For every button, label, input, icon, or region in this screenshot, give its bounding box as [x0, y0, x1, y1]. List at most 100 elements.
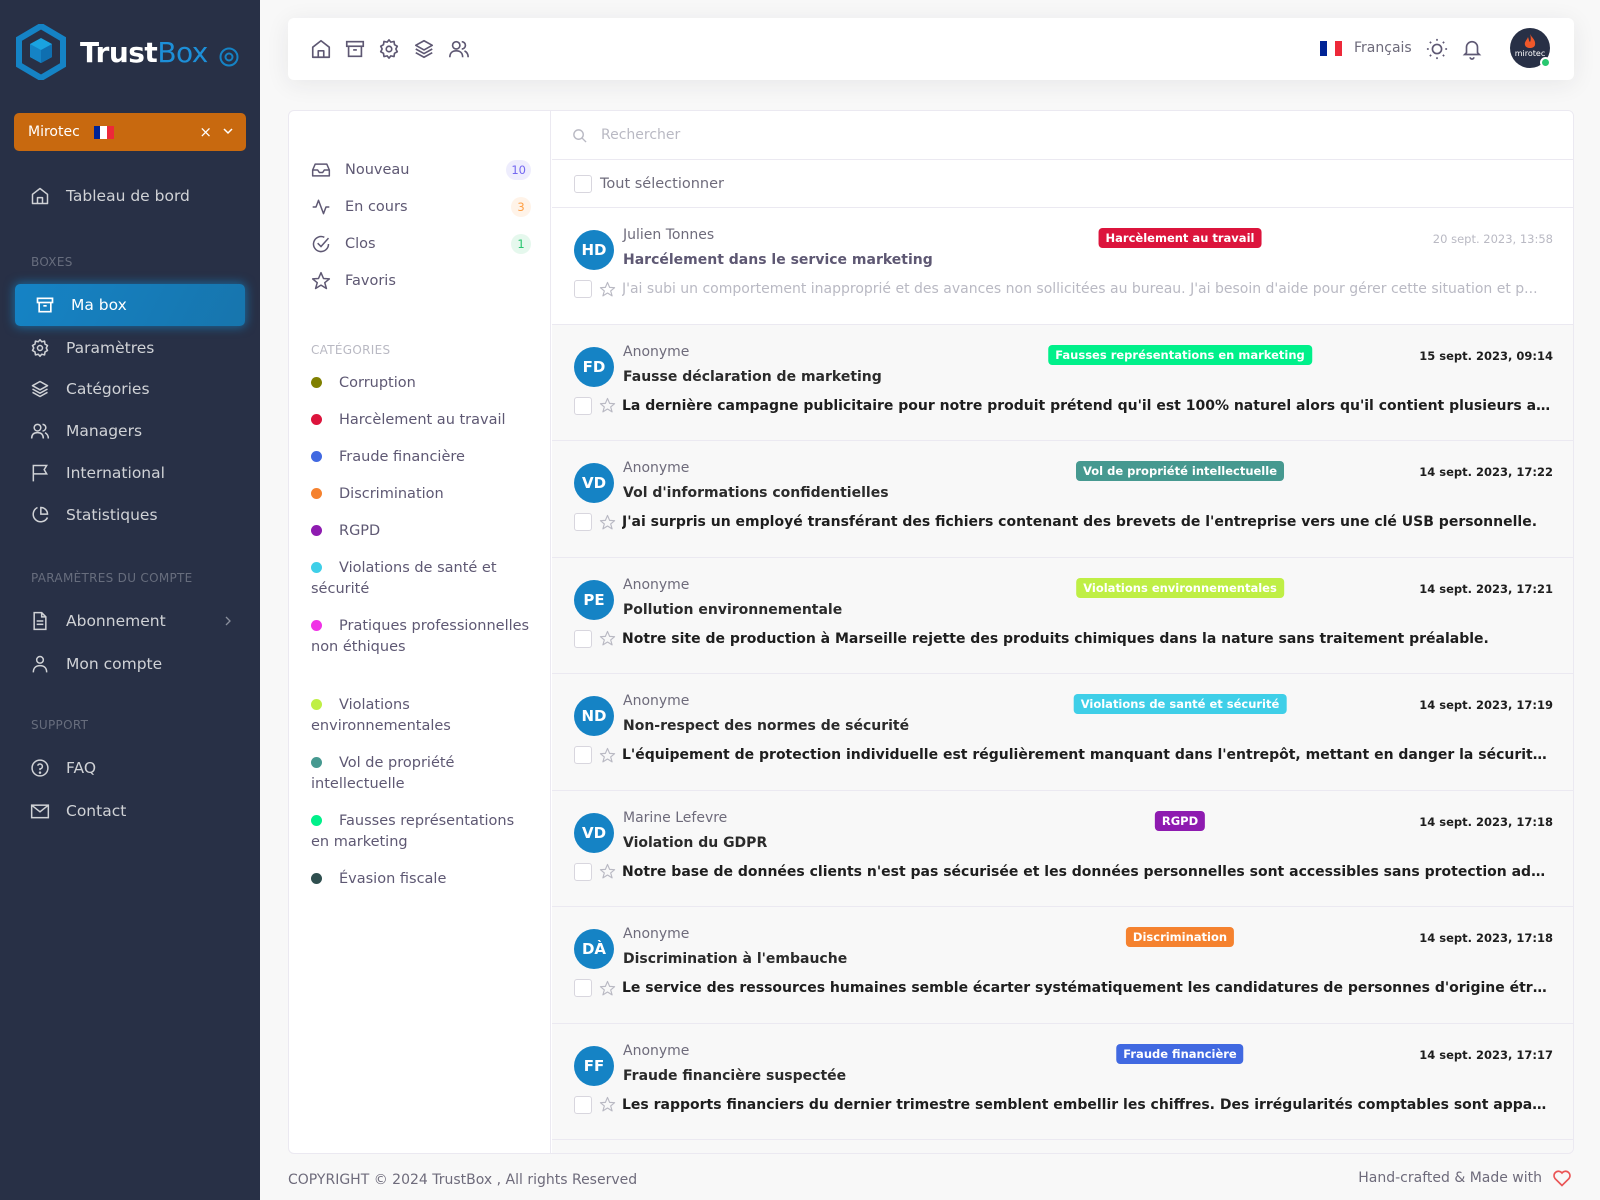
category-item[interactable]: Pratiques professionnelles non éthiques [311, 616, 531, 658]
category-item[interactable]: Évasion fiscale [311, 869, 531, 890]
filter-label: Nouveau [345, 162, 410, 178]
filter-clos[interactable]: Clos 1 [311, 229, 531, 259]
message-date: 14 sept. 2023, 17:21 [1419, 581, 1553, 596]
filter-en-cours[interactable]: En cours 3 [311, 192, 531, 222]
language-selector[interactable]: Français [1320, 40, 1412, 56]
category-dot-icon [311, 525, 322, 536]
message-item[interactable]: FF Anonyme Fraude financière suspectée F… [552, 1023, 1573, 1140]
sun-icon[interactable] [1426, 38, 1448, 60]
message-preview: J'ai surpris un employé transférant des … [622, 514, 1538, 530]
category-item[interactable]: Harcèlement au travail [311, 410, 531, 431]
star-icon[interactable] [599, 281, 616, 298]
user-avatar[interactable]: mirotec [1510, 28, 1551, 68]
users-icon[interactable] [448, 38, 470, 60]
message-item[interactable]: PE Anonyme Pollution environnementale Vi… [552, 557, 1573, 674]
sidebar-toggle-icon[interactable] [218, 46, 240, 68]
filter-favoris[interactable]: Favoris [311, 266, 531, 296]
star-icon[interactable] [599, 863, 616, 880]
category-item[interactable]: Discrimination [311, 484, 531, 505]
bell-icon[interactable] [1461, 38, 1483, 60]
message-checkbox[interactable] [574, 396, 592, 415]
message-preview: J'ai subi un comportement inapproprié et… [622, 281, 1538, 297]
sidebar-item-managers[interactable]: Managers [15, 410, 245, 452]
category-dot-icon [311, 699, 322, 710]
message-subject: Discrimination à l'embauche [623, 951, 848, 967]
message-checkbox[interactable] [574, 629, 592, 648]
message-date: 15 sept. 2023, 09:14 [1419, 348, 1553, 363]
copyright: COPYRIGHT © 2024 TrustBox , All rights R… [288, 1172, 638, 1188]
star-icon[interactable] [599, 980, 616, 997]
sidebar-item-statistiques[interactable]: Statistiques [15, 494, 245, 536]
category-item[interactable]: Vol de propriété intellectuelle [311, 753, 531, 795]
message-item[interactable]: HD Julien Tonnes Harcélement dans le ser… [552, 208, 1573, 325]
message-preview: Notre site de production à Marseille rej… [622, 630, 1489, 647]
search-input[interactable] [601, 127, 1201, 143]
sidebar-item-faq[interactable]: FAQ [15, 747, 245, 789]
category-label: Vol de propriété intellectuelle [311, 755, 455, 792]
category-dot-icon [311, 620, 322, 631]
filter-label: Clos [345, 236, 376, 252]
message-item[interactable]: VD Marine Lefevre Violation du GDPR RGPD… [552, 790, 1573, 907]
category-label: Fraude financière [339, 449, 465, 465]
category-item[interactable]: Violations environnementales [311, 695, 531, 737]
category-tag: RGPD [1154, 810, 1206, 831]
message-date: 14 sept. 2023, 17:18 [1419, 814, 1553, 829]
sidebar-item-categories[interactable]: Catégories [15, 368, 245, 410]
sidebar-item-contact[interactable]: Contact [15, 790, 245, 832]
sidebar-item-dashboard[interactable]: Tableau de bord [15, 175, 245, 217]
star-icon[interactable] [599, 514, 616, 531]
message-checkbox[interactable] [574, 746, 592, 764]
message-item[interactable]: ND Anonyme Non-respect des normes de séc… [552, 674, 1573, 791]
home-icon[interactable] [310, 38, 332, 60]
category-item[interactable]: RGPD [311, 521, 531, 542]
company-select[interactable]: Mirotec × [14, 113, 246, 151]
brand[interactable]: TrustBox [16, 24, 208, 80]
message-preview: Les rapports financiers du dernier trime… [622, 1096, 1553, 1113]
help-circle-icon [31, 759, 49, 777]
message-preview: La dernière campagne publicitaire pour n… [622, 397, 1553, 414]
sender-name: Anonyme [623, 1042, 690, 1059]
search-icon [573, 128, 587, 143]
category-item[interactable]: Violations de santé et sécurité [311, 558, 531, 600]
archive-icon[interactable] [344, 38, 366, 60]
top-navbar: Français mirotec [288, 18, 1574, 80]
star-icon[interactable] [599, 397, 616, 414]
sidebar-item-ma-box[interactable]: Ma box [15, 284, 245, 326]
settings-icon[interactable] [378, 38, 400, 60]
sidebar-item-label: Statistiques [66, 506, 158, 524]
message-checkbox[interactable] [574, 513, 592, 531]
sidebar-item-parametres[interactable]: Paramètres [15, 327, 245, 369]
sender-name: Anonyme [623, 343, 690, 360]
message-subject: Fraude financière suspectée [623, 1067, 847, 1084]
message-item[interactable]: DÀ Anonyme Discrimination à l'embauche D… [552, 907, 1573, 1024]
clear-icon[interactable]: × [199, 123, 212, 141]
categories-header: CATÉGORIES [311, 343, 391, 357]
category-dot-icon [311, 873, 322, 884]
category-item[interactable]: Fausses représentations en marketing [311, 811, 531, 853]
message-checkbox[interactable] [574, 280, 592, 298]
star-icon[interactable] [599, 747, 616, 764]
chevron-down-icon[interactable] [222, 125, 234, 137]
message-checkbox[interactable] [574, 862, 592, 881]
layers-icon[interactable] [413, 38, 435, 60]
message-checkbox[interactable] [574, 1095, 592, 1114]
sidebar-item-label: Tableau de bord [66, 187, 190, 205]
category-dot-icon [311, 414, 322, 425]
star-icon[interactable] [599, 630, 616, 647]
sidebar-item-international[interactable]: International [15, 452, 245, 494]
filter-nouveau[interactable]: Nouveau 10 [311, 155, 531, 185]
user-icon [32, 655, 48, 673]
message-item[interactable]: FD Anonyme Fausse déclaration de marketi… [552, 324, 1573, 441]
sidebar-item-label: Contact [66, 802, 127, 820]
sidebar-item-mon-compte[interactable]: Mon compte [15, 643, 245, 685]
message-item[interactable]: VD Anonyme Vol d'informations confidenti… [552, 441, 1573, 558]
star-icon[interactable] [599, 1096, 616, 1113]
sidebar-item-abonnement[interactable]: Abonnement [15, 600, 245, 642]
sender-avatar: FD [574, 346, 614, 387]
category-item[interactable]: Fraude financière [311, 447, 531, 468]
message-checkbox[interactable] [574, 979, 592, 997]
layers-icon [31, 380, 49, 398]
pie-chart-icon [32, 506, 49, 523]
category-item[interactable]: Corruption [311, 373, 531, 394]
select-all-checkbox[interactable] [574, 174, 592, 193]
